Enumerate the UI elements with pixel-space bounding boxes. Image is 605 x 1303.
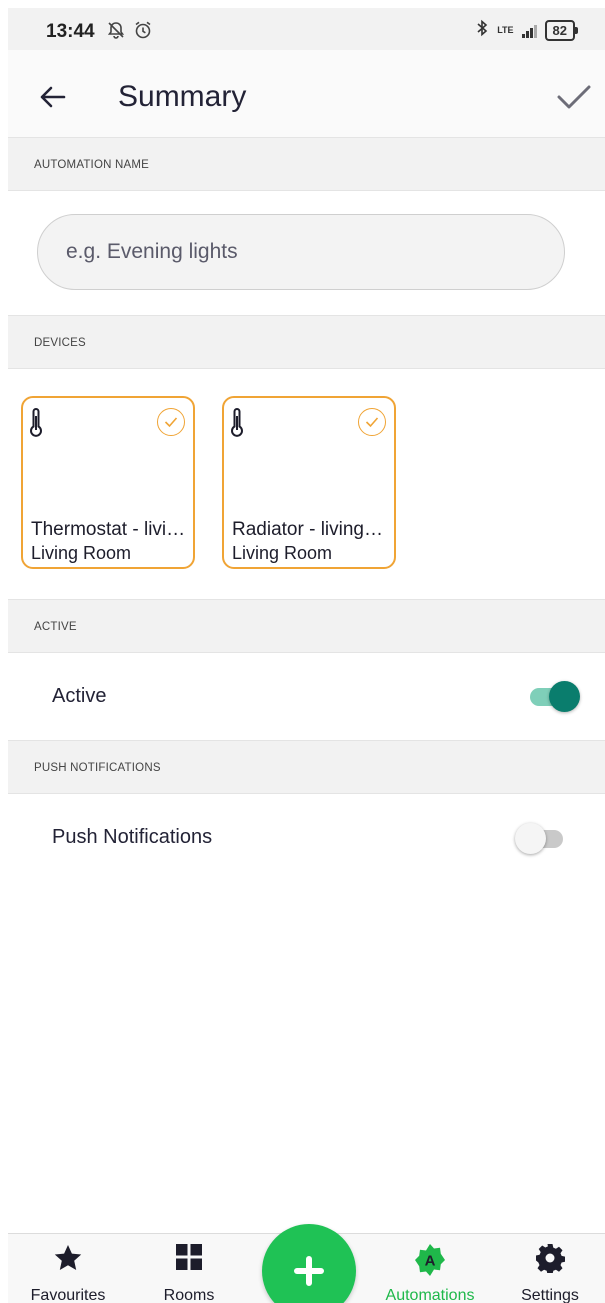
star-icon — [53, 1243, 83, 1278]
network-type: LTE — [497, 25, 514, 35]
device-name: Thermostat - livi… — [31, 519, 186, 540]
push-notifications-label: Push Notifications — [52, 826, 213, 848]
push-notifications-toggle[interactable] — [515, 821, 569, 855]
bluetooth-icon — [475, 19, 489, 42]
device-room: Living Room — [31, 543, 132, 563]
nav-label: Settings — [521, 1287, 579, 1303]
section-push-notifications: PUSH NOTIFICATIONS — [8, 740, 605, 794]
nav-label: Rooms — [163, 1287, 215, 1303]
page-title: Summary — [118, 80, 247, 113]
nav-label: Favourites — [30, 1287, 106, 1303]
status-bar: 13:44 LTE 82 — [8, 8, 605, 50]
nav-automations[interactable]: A Automations — [380, 1234, 480, 1303]
svg-text:A: A — [425, 1253, 436, 1270]
section-automation-name: AUTOMATION NAME — [8, 137, 605, 191]
thermometer-icon — [29, 408, 43, 443]
signal-icon — [521, 24, 537, 38]
battery-indicator: 82 — [544, 20, 579, 41]
selected-check-icon — [358, 408, 386, 436]
automation-name-input[interactable] — [37, 214, 565, 290]
status-time: 13:44 — [46, 21, 95, 42]
nav-rooms[interactable]: Rooms — [139, 1234, 239, 1303]
thermometer-icon — [230, 408, 244, 443]
nav-settings[interactable]: Settings — [500, 1234, 600, 1303]
toggle-knob — [549, 681, 580, 712]
status-right: LTE 82 — [475, 19, 579, 42]
gear-icon — [535, 1243, 566, 1278]
toggle-knob — [515, 823, 546, 854]
automations-badge-icon: A — [413, 1243, 447, 1282]
section-title: AUTOMATION NAME — [34, 159, 150, 171]
selected-check-icon — [157, 408, 185, 436]
device-room: Living Room — [232, 543, 333, 563]
section-title: ACTIVE — [34, 621, 77, 633]
active-toggle[interactable] — [526, 679, 580, 713]
alarm-icon — [133, 20, 153, 45]
save-button[interactable] — [549, 72, 599, 122]
device-name: Radiator - living… — [232, 519, 383, 540]
section-title: DEVICES — [34, 337, 86, 349]
plus-icon — [294, 1256, 324, 1286]
app-header: Summary — [8, 50, 605, 143]
grid-icon — [175, 1243, 203, 1276]
section-devices: DEVICES — [8, 315, 605, 369]
nav-label: Automations — [385, 1287, 475, 1303]
device-card-radiator[interactable]: Radiator - living… Living Room — [222, 396, 396, 569]
back-button[interactable] — [30, 75, 74, 119]
active-label: Active — [52, 685, 107, 707]
nav-favourites[interactable]: Favourites — [18, 1234, 118, 1303]
section-active: ACTIVE — [8, 599, 605, 653]
notifications-muted-icon — [106, 20, 126, 45]
device-card-thermostat[interactable]: Thermostat - livi… Living Room — [21, 396, 195, 569]
checkmark-icon — [557, 85, 591, 109]
arrow-left-icon — [40, 86, 66, 108]
section-title: PUSH NOTIFICATIONS — [34, 762, 161, 774]
app-screen: 13:44 LTE 82 Summary AUTOMATION NAME e.g… — [8, 8, 605, 1303]
